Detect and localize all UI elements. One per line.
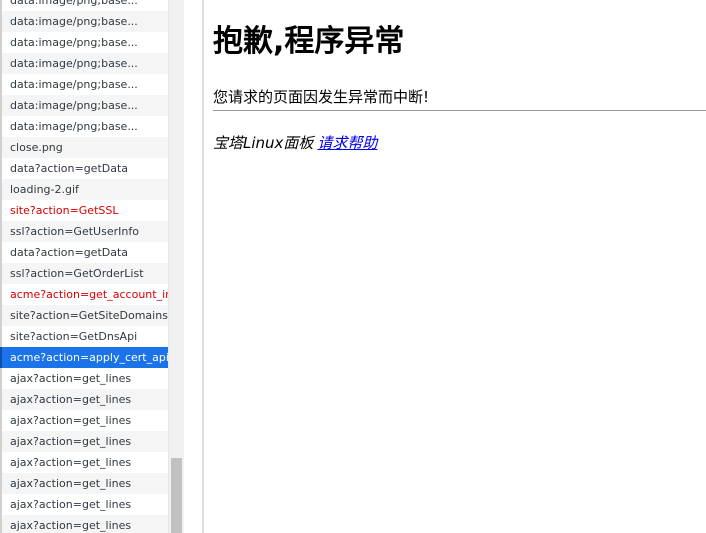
error-message: 您请求的页面因发生异常而中断! bbox=[213, 88, 430, 106]
separator-line bbox=[213, 110, 706, 111]
request-row[interactable]: data:image/png;base... bbox=[0, 32, 168, 53]
request-row[interactable]: ajax?action=get_lines bbox=[0, 494, 168, 515]
request-row[interactable]: acme?action=apply_cert_api bbox=[0, 347, 168, 368]
request-row[interactable]: site?action=GetSiteDomains bbox=[0, 305, 168, 326]
request-list: data:image/png;base... data:image/png;bas… bbox=[0, 0, 168, 533]
panel-gutter bbox=[184, 0, 204, 533]
request-row[interactable]: ajax?action=get_lines bbox=[0, 389, 168, 410]
request-row[interactable]: data:image/png;base... bbox=[0, 0, 168, 11]
request-row[interactable]: acme?action=get_account_info bbox=[0, 284, 168, 305]
request-row[interactable]: data:image/png;base... bbox=[0, 116, 168, 137]
footer-brand-text: 宝塔Linux面板 bbox=[213, 134, 314, 152]
request-row[interactable]: ssl?action=GetUserInfo bbox=[0, 221, 168, 242]
error-title: 抱歉,程序异常 bbox=[213, 24, 405, 59]
devtools-network-view: data:image/png;base... data:image/png;bas… bbox=[0, 0, 706, 533]
response-preview: 抱歉,程序异常 您请求的页面因发生异常而中断! 宝塔Linux面板 请求帮助 bbox=[213, 0, 706, 533]
request-row[interactable]: data:image/png;base... bbox=[0, 95, 168, 116]
scrollbar-thumb[interactable] bbox=[171, 458, 182, 533]
request-row[interactable]: ajax?action=get_lines bbox=[0, 368, 168, 389]
request-row[interactable]: ajax?action=get_lines bbox=[0, 515, 168, 533]
footer: 宝塔Linux面板 请求帮助 bbox=[213, 132, 377, 153]
request-list-scrollbar[interactable] bbox=[168, 0, 184, 533]
request-help-link[interactable]: 请求帮助 bbox=[317, 134, 377, 152]
request-row[interactable]: ajax?action=get_lines bbox=[0, 431, 168, 452]
request-row[interactable]: site?action=GetDnsApi bbox=[0, 326, 168, 347]
request-row[interactable]: data:image/png;base... bbox=[0, 11, 168, 32]
request-row[interactable]: loading-2.gif bbox=[0, 179, 168, 200]
request-row[interactable]: ajax?action=get_lines bbox=[0, 452, 168, 473]
request-row[interactable]: data:image/png;base... bbox=[0, 53, 168, 74]
request-row[interactable]: site?action=GetSSL bbox=[0, 200, 168, 221]
request-row[interactable]: data?action=getData bbox=[0, 158, 168, 179]
request-row[interactable]: ssl?action=GetOrderList bbox=[0, 263, 168, 284]
request-row[interactable]: ajax?action=get_lines bbox=[0, 410, 168, 431]
panel-resize-divider[interactable] bbox=[202, 0, 204, 533]
request-row[interactable]: data?action=getData bbox=[0, 242, 168, 263]
request-row[interactable]: ajax?action=get_lines bbox=[0, 473, 168, 494]
request-row[interactable]: data:image/png;base... bbox=[0, 74, 168, 95]
request-row[interactable]: close.png bbox=[0, 137, 168, 158]
